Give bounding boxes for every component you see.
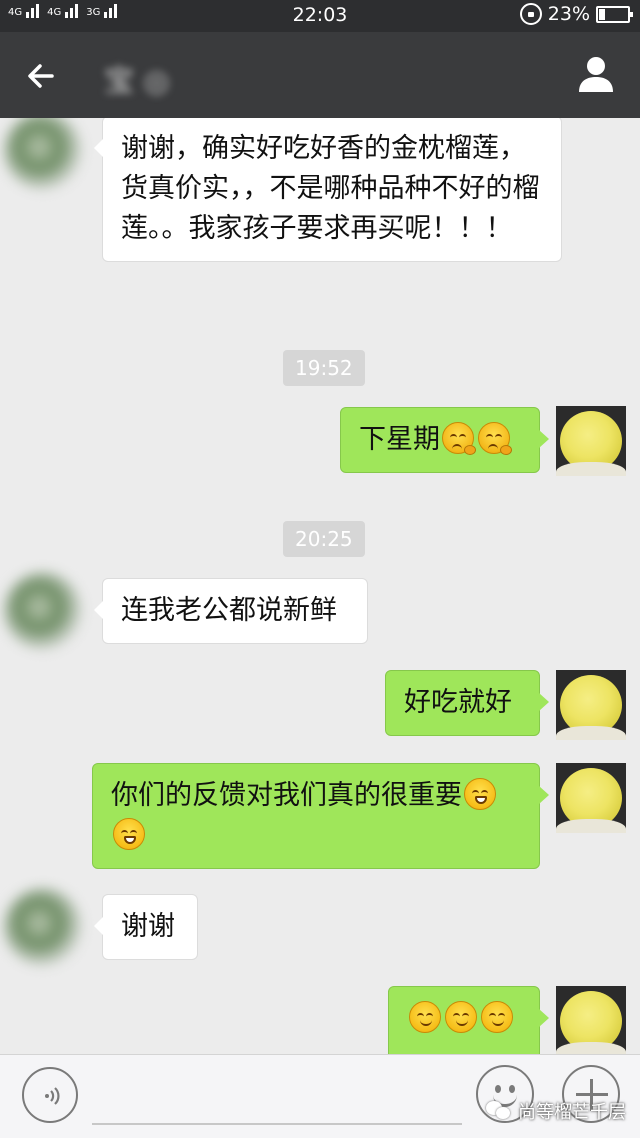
incoming-message-bubble[interactable]: 连我老公都说新鲜 <box>94 578 368 644</box>
chat-message-list[interactable]: 谢谢，确实好吃好香的金枕榴莲，货真价实，，不是哪种品种不好的榴莲。。我家孩子要求… <box>0 118 640 1054</box>
thinking-face-icon <box>478 422 512 455</box>
grinning-face-icon <box>464 778 496 810</box>
message-text: 你们的反馈对我们真的很重要 <box>111 780 462 811</box>
wechat-logo-icon <box>486 1101 512 1121</box>
watermark: 尚等榴芒千层 <box>486 1098 626 1124</box>
my-avatar[interactable] <box>556 763 626 833</box>
status-bar: 4G 4G 3G 22:03 23% <box>0 0 640 32</box>
message-timestamp: 20:25 <box>283 521 365 557</box>
voice-icon <box>45 1087 60 1105</box>
profile-icon[interactable] <box>574 52 618 96</box>
smiling-face-icon <box>409 1001 441 1033</box>
contact-name: 宝 ◎ <box>104 64 170 99</box>
smiling-face-icon <box>445 1001 477 1033</box>
message-text: 下星期 <box>359 424 440 455</box>
message-text: 谢谢 <box>121 911 175 942</box>
watermark-text: 尚等榴芒千层 <box>518 1102 626 1123</box>
emoji-icon <box>495 1085 501 1093</box>
message-text: 谢谢，确实好吃好香的金枕榴莲，货真价实，，不是哪种品种不好的榴莲。。我家孩子要求… <box>121 133 540 244</box>
contact-avatar[interactable] <box>4 572 82 650</box>
chat-header: 宝 ◎ <box>0 32 640 118</box>
status-right: 23% <box>519 3 633 25</box>
outgoing-message-bubble[interactable]: 好吃就好 <box>385 670 549 736</box>
incoming-message-bubble[interactable]: 谢谢 <box>94 894 198 960</box>
outgoing-message-bubble[interactable]: 下星期 <box>340 407 549 473</box>
smiling-face-icon <box>481 1001 513 1033</box>
outgoing-message-bubble[interactable] <box>388 986 549 1054</box>
back-arrow-icon[interactable] <box>22 54 66 98</box>
message-text: 连我老公都说新鲜 <box>121 595 337 626</box>
grinning-face-icon <box>113 818 145 850</box>
battery-icon <box>596 5 633 23</box>
my-avatar[interactable] <box>556 670 626 740</box>
battery-fill <box>599 8 606 20</box>
message-text: 好吃就好 <box>404 687 512 718</box>
outgoing-message-bubble[interactable]: 你们的反馈对我们真的很重要 <box>92 763 549 869</box>
my-avatar[interactable] <box>556 986 626 1054</box>
contact-avatar[interactable] <box>4 888 82 966</box>
emoji-icon-eye <box>509 1085 515 1093</box>
thinking-face-icon <box>442 422 476 455</box>
voice-input-button[interactable] <box>22 1067 78 1123</box>
incoming-message-bubble[interactable]: 谢谢，确实好吃好香的金枕榴莲，货真价实，，不是哪种品种不好的榴莲。。我家孩子要求… <box>94 118 562 262</box>
message-input-bar <box>0 1054 640 1138</box>
message-text-input[interactable] <box>92 1067 462 1125</box>
rotation-lock-icon <box>519 3 542 25</box>
my-avatar[interactable] <box>556 406 626 476</box>
contact-avatar[interactable] <box>4 118 82 190</box>
battery-percent: 23% <box>547 3 590 25</box>
message-timestamp: 19:52 <box>283 350 365 386</box>
